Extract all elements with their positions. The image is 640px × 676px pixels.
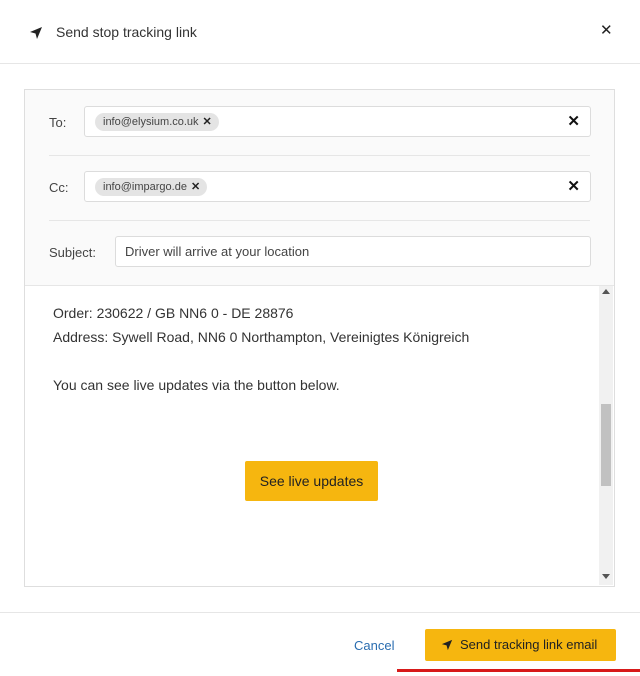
- recipient-chip: info@elysium.co.uk ✕: [95, 113, 219, 131]
- address-line: Address: Sywell Road, NN6 0 Northampton,…: [53, 329, 470, 345]
- subject-label: Subject:: [49, 245, 96, 260]
- cc-chip: info@impargo.de ✕: [95, 178, 208, 196]
- cc-row: Cc: info@impargo.de ✕ ✕: [25, 155, 614, 220]
- subject-input[interactable]: Driver will arrive at your location: [115, 236, 591, 267]
- send-button-label: Send tracking link email: [460, 637, 598, 652]
- send-tracking-link-button[interactable]: Send tracking link email: [425, 629, 616, 661]
- to-field[interactable]: info@elysium.co.uk ✕ ✕: [84, 106, 591, 137]
- cc-label: Cc:: [49, 180, 69, 195]
- scroll-thumb[interactable]: [601, 404, 611, 486]
- clear-cc-icon[interactable]: ✕: [567, 178, 580, 195]
- navigation-arrow-icon: [441, 639, 453, 651]
- to-label: To:: [49, 115, 67, 130]
- live-updates-text: You can see live updates via the button …: [53, 377, 340, 393]
- cc-field[interactable]: info@impargo.de ✕ ✕: [84, 171, 591, 202]
- email-form-panel: To: info@elysium.co.uk ✕ ✕ Cc: info@impar…: [24, 89, 615, 587]
- remove-chip-icon[interactable]: ✕: [203, 116, 212, 128]
- body-scrollbar[interactable]: [599, 286, 613, 585]
- see-live-updates-button[interactable]: See live updates: [245, 461, 378, 501]
- dialog-header: Send stop tracking link ✕: [0, 0, 640, 64]
- scroll-up-arrow-icon[interactable]: [602, 289, 610, 294]
- dialog-footer: Cancel Send tracking link email: [0, 612, 640, 676]
- cc-chip-label: info@impargo.de: [103, 181, 187, 193]
- remove-chip-icon[interactable]: ✕: [191, 181, 200, 193]
- close-icon[interactable]: ✕: [600, 23, 613, 39]
- email-body-text: Order: 230622 / GB NN6 0 - DE 28876 Addr…: [53, 301, 469, 397]
- cancel-button[interactable]: Cancel: [354, 638, 394, 653]
- clear-recipients-icon[interactable]: ✕: [567, 113, 580, 130]
- highlight-underline: [397, 669, 640, 672]
- order-line: Order: 230622 / GB NN6 0 - DE 28876: [53, 305, 294, 321]
- navigation-arrow-icon: [30, 27, 42, 39]
- to-row: To: info@elysium.co.uk ✕ ✕: [25, 90, 614, 155]
- subject-row: Subject: Driver will arrive at your loca…: [25, 220, 614, 285]
- dialog-title: Send stop tracking link: [56, 24, 197, 40]
- email-body-editor[interactable]: Order: 230622 / GB NN6 0 - DE 28876 Addr…: [25, 285, 614, 586]
- recipient-chip-label: info@elysium.co.uk: [103, 116, 199, 128]
- scroll-down-arrow-icon[interactable]: [602, 574, 610, 579]
